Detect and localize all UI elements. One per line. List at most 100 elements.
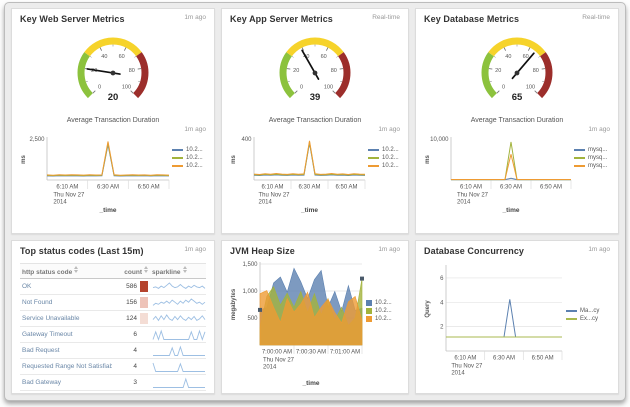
- sparkline-chart: [153, 377, 205, 388]
- refresh-indicator: Real-time: [582, 14, 610, 21]
- status-code-cell[interactable]: Bad Request: [20, 342, 112, 359]
- svg-text:2,500: 2,500: [29, 137, 45, 143]
- line-chart[interactable]: 2,500 6:10 AM 6:30 AM 6:50 AM Thu Nov 272014…: [20, 134, 172, 214]
- svg-text:65: 65: [512, 92, 523, 103]
- svg-text:6:50 AM: 6:50 AM: [532, 356, 554, 362]
- svg-text:0: 0: [502, 84, 505, 90]
- panel-key-database-metrics: Key Database Metrics Real-time 0 20 40 60 80…: [415, 8, 619, 234]
- legend-label: 10.2...: [382, 155, 399, 161]
- legend-label: 10.2...: [375, 316, 392, 322]
- line-chart[interactable]: 10,000 6:10 AM 6:30 AM 6:50 AM Thu Nov 27201…: [424, 134, 574, 214]
- sort-icon: [144, 266, 148, 273]
- legend-label: Ex...cy: [580, 316, 599, 322]
- radial-gauge-chart[interactable]: 02040 608010065: [458, 35, 576, 105]
- legend-label: 10.2...: [382, 147, 399, 153]
- count-value: 6: [133, 331, 137, 339]
- svg-text:7:00:00 AM: 7:00:00 AM: [262, 350, 292, 356]
- status-code-cell[interactable]: Gateway Timeout: [20, 326, 112, 343]
- legend-item[interactable]: 10.2...: [368, 163, 399, 169]
- legend-label: 10.2...: [375, 300, 392, 306]
- table-row[interactable]: Bad Request 4: [20, 342, 206, 359]
- legend-item[interactable]: 10.2...: [368, 147, 399, 153]
- chart-area: 400 6:10 AM 6:30 AM 6:50 AM Thu Nov 27 2014 ms…: [230, 134, 400, 214]
- sparkline-cell: [150, 278, 206, 295]
- panel-top-status-codes: Top status codes (Last 15m) 1m ago http …: [11, 240, 215, 394]
- sparkline-cell: [150, 374, 206, 391]
- legend-item[interactable]: 10.2...: [366, 300, 392, 306]
- column-header-label: count: [124, 269, 142, 276]
- svg-text:60: 60: [321, 54, 327, 60]
- chart-title: Average Transaction Duration: [66, 117, 160, 124]
- sort-icon: [182, 266, 187, 273]
- panel-database-concurrency: Database Concurrency 1m ago 2 4 6 6:10 AM 6:…: [415, 240, 619, 394]
- refresh-indicator: Real-time: [372, 14, 400, 21]
- legend-label: 10.2...: [382, 163, 399, 169]
- table-row[interactable]: Not Found 156: [20, 294, 206, 311]
- legend-item[interactable]: mysq...: [574, 163, 607, 169]
- count-cell: 586: [112, 278, 150, 295]
- status-code-cell[interactable]: OK: [20, 278, 112, 295]
- table-row[interactable]: Found3: [20, 390, 206, 395]
- count-value: 156: [126, 299, 137, 307]
- legend-label: mysq...: [588, 163, 608, 169]
- column-header-http-status-code[interactable]: http status code: [20, 263, 112, 279]
- status-code-cell[interactable]: Requested Range Not Satisfiable: [20, 358, 112, 375]
- line-chart[interactable]: 400 6:10 AM 6:30 AM 6:50 AM Thu Nov 272014 ms…: [230, 134, 368, 214]
- status-code-cell[interactable]: Not Found: [20, 294, 112, 311]
- chart-legend: mysq... mysq... mysq...: [574, 146, 607, 170]
- legend-item[interactable]: mysq...: [574, 155, 607, 161]
- table-row[interactable]: Service Unavailable 124: [20, 310, 206, 327]
- legend-item[interactable]: 10.2...: [366, 308, 392, 314]
- refresh-indicator: 1m ago: [184, 14, 206, 21]
- sparkline-cell: [150, 342, 206, 359]
- svg-text:39: 39: [310, 92, 321, 103]
- table-row[interactable]: Requested Range Not Satisfiable 4: [20, 358, 206, 375]
- chart-refresh-indicator: 1m ago: [184, 126, 206, 133]
- table-row[interactable]: Gateway Timeout 6: [20, 326, 206, 343]
- legend-label: mysq...: [588, 147, 608, 153]
- column-header-count[interactable]: count: [112, 263, 150, 279]
- column-header-sparkline[interactable]: sparkline: [150, 263, 206, 279]
- count-cell: 3: [112, 374, 150, 391]
- count-value: 4: [133, 363, 137, 371]
- svg-text:Thu Nov 27: Thu Nov 27: [259, 193, 291, 199]
- legend-item[interactable]: Ex...cy: [566, 316, 599, 322]
- svg-text:_time: _time: [300, 207, 318, 214]
- status-code-cell[interactable]: Bad Gateway: [20, 374, 112, 391]
- legend-item[interactable]: 10.2...: [172, 147, 203, 153]
- sparkline-cell: [150, 390, 206, 395]
- svg-text:ms: ms: [21, 155, 27, 164]
- panel-header: Key App Server Metrics Real-time: [230, 14, 400, 27]
- status-code-cell[interactable]: Found: [20, 390, 112, 393]
- svg-text:10,000: 10,000: [430, 137, 449, 143]
- area-chart[interactable]: 500 1,000 1,500 7:00:00 AM 7:00:30 AM 7:01:00…: [230, 259, 366, 387]
- sparkline-chart: [152, 393, 206, 395]
- svg-text:ms: ms: [231, 155, 237, 164]
- status-code-cell[interactable]: Service Unavailable: [20, 310, 112, 327]
- radial-gauge-chart[interactable]: 02040608010039: [256, 35, 374, 105]
- svg-text:6:10 AM: 6:10 AM: [460, 185, 482, 191]
- legend-item[interactable]: 10.2...: [172, 155, 203, 161]
- legend-swatch-icon: [366, 308, 372, 314]
- panel-key-web-server-metrics: Key Web Server Metrics 1m ago 0 20 40 60 80 1…: [11, 8, 215, 234]
- svg-text:1,000: 1,000: [242, 289, 258, 295]
- line-chart[interactable]: 2 4 6 6:10 AM 6:30 AM 6:50 AM Thu Nov 272014 Qu…: [424, 259, 566, 385]
- count-cell: 6: [112, 326, 150, 343]
- svg-text:20: 20: [108, 92, 119, 103]
- panel-header: JVM Heap Size 1m ago: [230, 246, 400, 259]
- legend-item[interactable]: 10.2...: [366, 316, 392, 322]
- legend-item[interactable]: Ma...cy: [566, 308, 599, 314]
- svg-text:1,500: 1,500: [242, 262, 258, 268]
- legend-item[interactable]: 10.2...: [368, 155, 399, 161]
- table-row[interactable]: Bad Gateway 3: [20, 374, 206, 391]
- chart-legend: Ma...cy Ex...cy: [566, 307, 599, 323]
- table-row[interactable]: OK 586: [20, 278, 206, 295]
- legend-swatch-icon: [366, 300, 372, 306]
- radial-gauge-chart[interactable]: 02040 608010020: [54, 35, 172, 105]
- panel-title: Key Web Server Metrics: [20, 14, 125, 24]
- legend-swatch-icon: [566, 318, 577, 320]
- chart-area: 2 4 6 6:10 AM 6:30 AM 6:50 AM Thu Nov 27 2014 Qu…: [424, 259, 610, 385]
- legend-item[interactable]: 10.2...: [172, 163, 203, 169]
- legend-item[interactable]: mysq...: [574, 147, 607, 153]
- table-body: OK 586 Not Found 156 Service Unavailable 124 G…: [20, 278, 206, 395]
